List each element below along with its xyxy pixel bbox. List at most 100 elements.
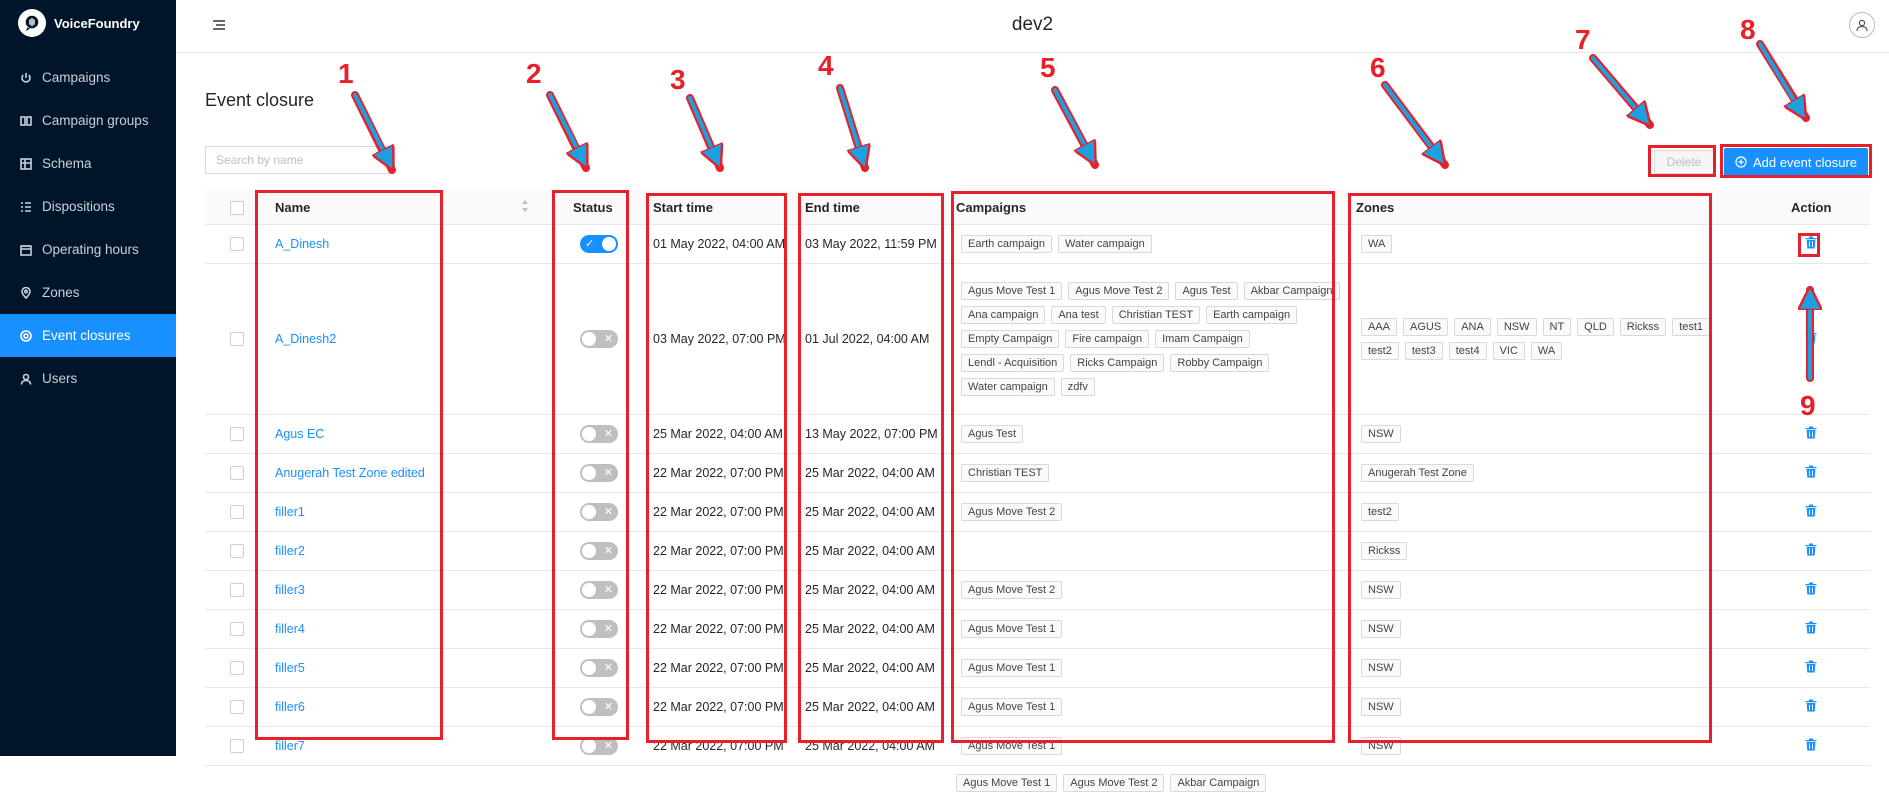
campaign-tag: Ricks Campaign xyxy=(1070,354,1165,372)
end-time: 25 Mar 2022, 04:00 AM xyxy=(805,622,935,636)
add-event-closure-button[interactable]: Add event closure xyxy=(1724,148,1868,176)
brand[interactable]: VoiceFoundry xyxy=(0,0,176,46)
sidebar-item-label: Event closures xyxy=(42,328,131,343)
row-checkbox[interactable] xyxy=(230,466,244,480)
start-time: 22 Mar 2022, 07:00 PM xyxy=(653,739,784,753)
end-time: 25 Mar 2022, 04:00 AM xyxy=(805,466,935,480)
event-closure-name-link[interactable]: filler2 xyxy=(275,544,305,558)
zone-tag: VIC xyxy=(1492,342,1525,360)
delete-button[interactable]: Delete xyxy=(1654,150,1714,174)
row-checkbox[interactable] xyxy=(230,427,244,441)
delete-row-icon[interactable] xyxy=(1804,331,1818,348)
status-toggle[interactable]: ✕ xyxy=(580,464,618,482)
sidebar-item-users[interactable]: Users xyxy=(0,357,176,400)
event-closure-name-link[interactable]: Agus EC xyxy=(275,427,324,441)
power-icon xyxy=(20,72,32,84)
status-toggle[interactable]: ✕ xyxy=(580,659,618,677)
end-time: 13 May 2022, 07:00 PM xyxy=(805,427,938,441)
event-closure-name-link[interactable]: Anugerah Test Zone edited xyxy=(275,466,425,480)
delete-row-icon[interactable] xyxy=(1804,660,1818,677)
event-closure-name-link[interactable]: filler1 xyxy=(275,505,305,519)
sidebar-item-label: Campaign groups xyxy=(42,113,149,128)
end-time: 25 Mar 2022, 04:00 AM xyxy=(805,544,935,558)
start-time: 22 Mar 2022, 07:00 PM xyxy=(653,700,784,714)
sidebar-item-campaigns[interactable]: Campaigns xyxy=(0,56,176,99)
row-checkbox[interactable] xyxy=(230,739,244,753)
delete-row-icon[interactable] xyxy=(1804,426,1818,443)
annotation-label-8: 8 xyxy=(1740,14,1756,45)
zone-tags: NSW xyxy=(1361,659,1721,677)
search-input[interactable] xyxy=(205,146,395,174)
sidebar-item-operating-hours[interactable]: Operating hours xyxy=(0,228,176,271)
status-toggle[interactable]: ✕ xyxy=(580,542,618,560)
campaign-tag: Water campaign xyxy=(1058,235,1152,253)
column-header-status: Status xyxy=(573,200,613,215)
sidebar-item-campaign-groups[interactable]: Campaign groups xyxy=(0,99,176,142)
row-checkbox[interactable] xyxy=(230,622,244,636)
zone-tag: NSW xyxy=(1361,581,1401,599)
zone-tag: Rickss xyxy=(1361,542,1408,560)
status-toggle[interactable]: ✓ xyxy=(580,235,618,253)
campaign-tag: Agus Test xyxy=(1175,282,1238,300)
delete-row-icon[interactable] xyxy=(1804,582,1818,599)
zone-tag: NSW xyxy=(1361,425,1401,443)
row-checkbox[interactable] xyxy=(230,544,244,558)
table-row: A_Dinesh2 ✕ 03 May 2022, 07:00 PM 01 Jul 20… xyxy=(205,264,1870,415)
event-closure-name-link[interactable]: filler7 xyxy=(275,739,305,753)
sidebar-item-dispositions[interactable]: Dispositions xyxy=(0,185,176,228)
zone-tags: NSW xyxy=(1361,581,1721,599)
row-checkbox[interactable] xyxy=(230,583,244,597)
add-event-closure-label: Add event closure xyxy=(1752,154,1858,170)
status-toggle[interactable]: ✕ xyxy=(580,698,618,716)
event-closure-name-link[interactable]: A_Dinesh2 xyxy=(275,332,336,346)
user-avatar-icon[interactable] xyxy=(1849,12,1875,38)
status-toggle[interactable]: ✕ xyxy=(580,737,618,755)
delete-row-icon[interactable] xyxy=(1804,504,1818,521)
row-checkbox[interactable] xyxy=(230,332,244,346)
status-toggle[interactable]: ✕ xyxy=(580,503,618,521)
status-toggle[interactable]: ✕ xyxy=(580,620,618,638)
zone-tags: NSW xyxy=(1361,425,1721,443)
row-checkbox[interactable] xyxy=(230,505,244,519)
plus-circle-icon xyxy=(1735,156,1747,168)
zone-tags: Rickss xyxy=(1361,542,1721,560)
sidebar-item-label: Zones xyxy=(42,285,80,300)
table-row: filler1 ✕ 22 Mar 2022, 07:00 PM 25 Mar 2022… xyxy=(205,493,1870,532)
status-toggle[interactable]: ✕ xyxy=(580,330,618,348)
sidebar-item-label: Schema xyxy=(42,156,92,171)
zone-tag: AAA xyxy=(1361,318,1398,336)
delete-row-icon[interactable] xyxy=(1804,465,1818,482)
event-closure-name-link[interactable]: filler4 xyxy=(275,622,305,636)
campaign-tag: Agus Move Test 1 xyxy=(961,737,1063,755)
table-row: Agus EC ✕ 25 Mar 2022, 04:00 AM 13 May 2022… xyxy=(205,415,1870,454)
sidebar-item-zones[interactable]: Zones xyxy=(0,271,176,314)
delete-row-icon[interactable] xyxy=(1804,621,1818,638)
sidebar-item-event-closures[interactable]: Event closures xyxy=(0,314,176,357)
delete-row-icon[interactable] xyxy=(1804,543,1818,560)
row-checkbox[interactable] xyxy=(230,661,244,675)
event-closure-name-link[interactable]: A_Dinesh xyxy=(275,237,329,251)
sort-icon[interactable] xyxy=(521,199,529,216)
voicefoundry-logo-icon xyxy=(18,9,46,37)
column-header-end-time: End time xyxy=(805,200,860,215)
column-header-name[interactable]: Name xyxy=(275,200,310,215)
campaign-tag: Agus Move Test 1 xyxy=(961,620,1063,638)
zone-tag: test4 xyxy=(1448,342,1487,360)
start-time: 22 Mar 2022, 07:00 PM xyxy=(653,661,784,675)
delete-row-icon[interactable] xyxy=(1804,738,1818,755)
delete-row-icon[interactable] xyxy=(1804,699,1818,716)
campaign-tag: Agus Move Test 2 xyxy=(961,503,1063,521)
delete-row-icon[interactable] xyxy=(1804,236,1818,253)
select-all-checkbox[interactable] xyxy=(230,201,244,215)
status-toggle[interactable]: ✕ xyxy=(580,581,618,599)
sidebar-item-schema[interactable]: Schema xyxy=(0,142,176,185)
status-toggle[interactable]: ✕ xyxy=(580,425,618,443)
row-checkbox[interactable] xyxy=(230,237,244,251)
zone-tag: NSW xyxy=(1361,698,1401,716)
row-checkbox[interactable] xyxy=(230,700,244,714)
event-closure-name-link[interactable]: filler5 xyxy=(275,661,305,675)
zone-tag: ANA xyxy=(1454,318,1491,336)
event-closure-name-link[interactable]: filler3 xyxy=(275,583,305,597)
start-time: 22 Mar 2022, 07:00 PM xyxy=(653,622,784,636)
event-closure-name-link[interactable]: filler6 xyxy=(275,700,305,714)
